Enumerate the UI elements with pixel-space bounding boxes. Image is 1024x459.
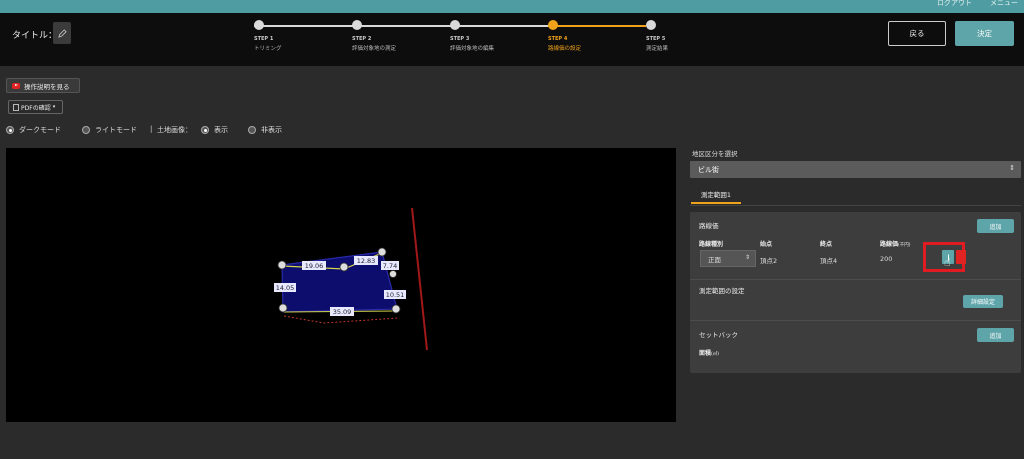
play-video-icon [12, 82, 20, 89]
step-dot [548, 20, 558, 30]
vertex-marker[interactable] [278, 303, 288, 313]
start-vertex: 頂点2 [760, 257, 778, 265]
step-dot [254, 20, 264, 30]
chevron-down-icon: ▾ [52, 104, 56, 110]
edit-title-button[interactable] [53, 22, 71, 44]
dimension-label: 35.09 [333, 308, 352, 316]
col-end: 終点 [820, 241, 833, 248]
col-type: 路線種別 [699, 241, 724, 248]
card-divider [690, 320, 1021, 321]
title-label: タイトル： [12, 31, 58, 41]
district-label: 地区区分を選択 [692, 150, 738, 158]
dimension-label: 12.83 [357, 257, 376, 265]
pencil-icon [57, 28, 67, 38]
add-setback-button[interactable]: 追加 [977, 328, 1014, 342]
menu-link[interactable]: メニュー [990, 0, 1018, 8]
road-type-select[interactable]: 正面 ⇕ [700, 250, 756, 267]
light-mode-radio[interactable]: ライトモード [82, 125, 137, 135]
road-price-value: 200 [880, 255, 893, 263]
step-dot [450, 20, 460, 30]
vertex-marker[interactable] [339, 262, 349, 272]
add-road-price-button[interactable]: 追加 [977, 219, 1014, 233]
top-links: ログアウト メニュー [937, 0, 1018, 8]
district-value: ビル街 [698, 165, 719, 174]
vertex-marker[interactable] [377, 247, 387, 257]
settings-card: 路線価 追加 路線種別 始点 終点 路線価(千円) 正面 ⇕ 頂点2 頂点4 2… [690, 212, 1021, 373]
tab-divider [690, 205, 1021, 206]
road-line [411, 207, 428, 351]
hand-cursor-icon: ☝ [944, 256, 951, 269]
help-video-button[interactable]: 操作説明を見る [6, 78, 80, 93]
dimension-label: 14.05 [276, 284, 295, 292]
options-separator: | [150, 125, 153, 133]
radio-dot [6, 126, 14, 134]
step-indicator: STEP 1 トリミング STEP 2 評価対象地の測定 STEP 3 評価対象… [240, 19, 668, 63]
vertex-marker[interactable] [277, 260, 287, 270]
radio-dot [248, 126, 256, 134]
land-polygon[interactable] [281, 251, 398, 313]
trim-boundary [283, 315, 399, 324]
dimension-label: 7.74 [383, 262, 397, 270]
detail-settings-button[interactable]: 詳細設定 [963, 295, 1003, 308]
radio-dot [201, 126, 209, 134]
help-label: 操作説明を見る [24, 82, 70, 91]
tab-range-1[interactable]: 測定範囲1 [691, 186, 741, 204]
step-dot [646, 20, 656, 30]
dimension-label: 19.06 [305, 262, 324, 270]
road-price-title: 路線価 [699, 222, 719, 230]
radio-dot [82, 126, 90, 134]
setback-area-label: 面積(㎡) [699, 350, 720, 357]
vertex-marker[interactable] [391, 304, 401, 314]
land-image-hide-radio[interactable]: 非表示 [248, 125, 282, 135]
chevron-updown-icon: ⇕ [1009, 164, 1015, 172]
drawing-canvas[interactable]: 19.06 12.83 7.74 14.05 10.51 35.09 [6, 148, 676, 422]
col-start: 始点 [760, 241, 773, 248]
pdf-check-button[interactable]: PDFの確認 ▾ [8, 100, 63, 114]
confirm-button[interactable]: 決定 [955, 21, 1014, 46]
pdf-label: PDFの確認 [21, 104, 51, 112]
district-select[interactable]: ビル街 ⇕ [690, 161, 1021, 178]
delete-row-button[interactable] [956, 250, 966, 264]
land-image-label: 土地画像： [157, 126, 192, 134]
col-price: 路線価(千円) [880, 241, 911, 248]
chevron-updown-icon: ⇕ [744, 254, 750, 261]
plot-drawing[interactable]: 19.06 12.83 7.74 14.05 10.51 35.09 [6, 148, 676, 422]
header: タイトル： STEP 1 トリミング STEP 2 評価対象地の測定 STEP … [0, 13, 1024, 66]
range-settings-title: 測定範囲の設定 [699, 287, 745, 295]
end-vertex: 頂点4 [820, 257, 838, 265]
vertex-marker[interactable] [389, 270, 397, 278]
card-divider [690, 279, 1021, 280]
logout-link[interactable]: ログアウト [937, 0, 972, 8]
document-icon [13, 103, 19, 111]
setback-title: セットバック [699, 331, 738, 339]
dimension-label: 10.51 [386, 291, 405, 299]
top-bar: ログアウト メニュー [0, 0, 1024, 13]
land-image-show-radio[interactable]: 表示 [201, 125, 228, 135]
dark-mode-radio[interactable]: ダークモード [6, 125, 61, 135]
back-button[interactable]: 戻る [888, 21, 946, 46]
step-dot [352, 20, 362, 30]
